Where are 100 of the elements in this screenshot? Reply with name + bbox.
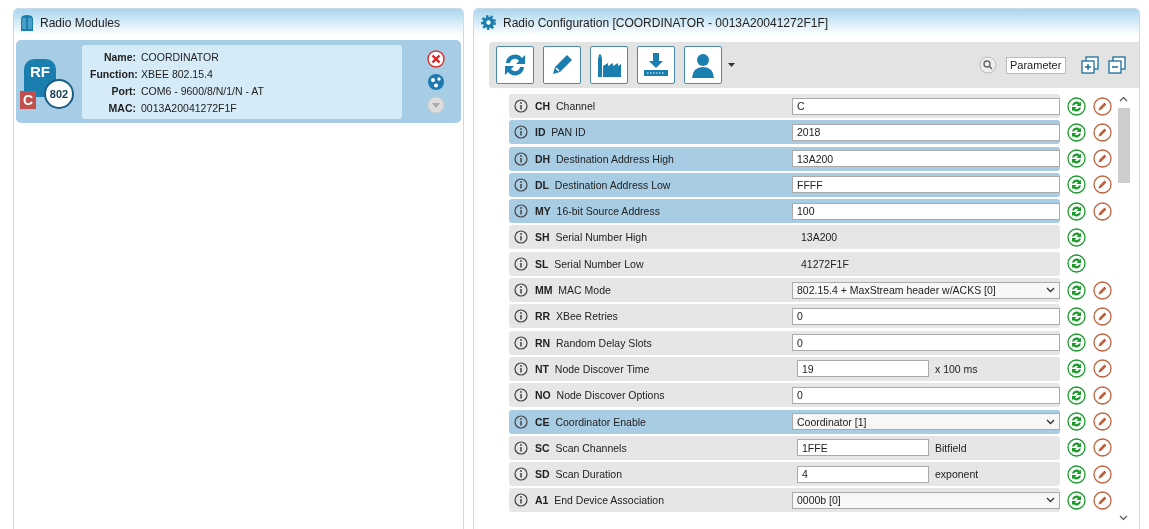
- refresh-icon[interactable]: [1067, 122, 1086, 142]
- scroll-down-icon[interactable]: [1119, 515, 1128, 521]
- info-icon[interactable]: [514, 309, 528, 324]
- refresh-icon[interactable]: [1067, 464, 1086, 484]
- refresh-icon[interactable]: [1067, 412, 1086, 432]
- pencil-icon[interactable]: [1093, 306, 1112, 326]
- chevron-icon: [1046, 418, 1055, 425]
- info-icon[interactable]: [514, 283, 528, 298]
- info-icon[interactable]: [514, 335, 528, 350]
- factory-button[interactable]: [590, 46, 628, 84]
- parameter-row[interactable]: CH Channel C: [509, 94, 1060, 118]
- network-icon[interactable]: [427, 72, 445, 91]
- info-icon[interactable]: [514, 388, 528, 403]
- caret-icon[interactable]: [728, 63, 735, 67]
- parameter-row[interactable]: DH Destination Address High 13A200: [509, 146, 1060, 171]
- value-field[interactable]: 13A200: [792, 150, 1060, 168]
- parameter-row[interactable]: SC Scan Channels 1FFE Bitfield: [509, 435, 1060, 460]
- value-dropdown[interactable]: 802.15.4 + MaxStream header w/ACKS [0]: [792, 281, 1060, 299]
- value-field[interactable]: FFFF: [792, 176, 1060, 194]
- read-button[interactable]: [496, 46, 534, 84]
- parameter-name: DH Destination Address High: [535, 152, 675, 165]
- info-icon[interactable]: [514, 151, 528, 166]
- field-value: COM6 - 9600/8/N/1/N - AT: [141, 83, 264, 98]
- value-dropdown[interactable]: 0000b [0]: [792, 491, 1060, 509]
- value-field[interactable]: 2018: [792, 123, 1060, 141]
- value-field[interactable]: C: [792, 97, 1060, 115]
- value-field[interactable]: 19: [797, 360, 929, 378]
- scrollbar-thumb[interactable]: [1117, 108, 1130, 183]
- refresh-icon[interactable]: [1067, 254, 1086, 274]
- value-field[interactable]: 4: [797, 465, 929, 483]
- info-icon[interactable]: [514, 414, 528, 429]
- info-icon[interactable]: [514, 177, 528, 192]
- pencil-icon[interactable]: [1093, 490, 1112, 510]
- parameter-row[interactable]: CE Coordinator Enable Coordinator [1]: [509, 409, 1060, 434]
- info-icon[interactable]: [514, 230, 528, 245]
- pencil-icon[interactable]: [1093, 385, 1112, 405]
- pencil-icon[interactable]: [1093, 359, 1112, 379]
- parameter-name: CE Coordinator Enable: [535, 415, 647, 428]
- value-text: 13A200: [801, 231, 838, 244]
- info-icon[interactable]: [514, 256, 528, 271]
- gear-icon: [480, 14, 497, 31]
- pencil-icon[interactable]: [1093, 201, 1112, 221]
- parameter-row[interactable]: SD Scan Duration 4 exponent: [509, 462, 1060, 487]
- refresh-icon[interactable]: [1067, 490, 1086, 510]
- parameter-row[interactable]: SL Serial Number Low 41272F1F: [509, 251, 1060, 276]
- pencil-icon[interactable]: [1093, 149, 1112, 169]
- info-icon[interactable]: [514, 99, 528, 113]
- refresh-icon[interactable]: [1067, 359, 1086, 379]
- info-icon[interactable]: [514, 440, 528, 455]
- refresh-icon[interactable]: [1067, 280, 1086, 300]
- parameter-row[interactable]: NO Node Discover Options 0: [509, 383, 1060, 408]
- value-field[interactable]: 1FFE: [797, 439, 929, 457]
- parameter-row[interactable]: RR XBee Retries 0: [509, 304, 1060, 329]
- profile-button[interactable]: [684, 46, 722, 84]
- pencil-icon[interactable]: [1093, 464, 1112, 484]
- value-field[interactable]: 0: [792, 334, 1060, 352]
- refresh-icon[interactable]: [1067, 385, 1086, 405]
- info-icon[interactable]: [514, 125, 528, 140]
- refresh-icon[interactable]: [1067, 228, 1086, 247]
- parameter-row[interactable]: NT Node Discover Time 19 x 100 ms: [509, 356, 1060, 381]
- refresh-icon[interactable]: [1067, 149, 1086, 169]
- parameter-row[interactable]: DL Destination Address Low FFFF: [509, 172, 1060, 197]
- value-field[interactable]: 100: [792, 202, 1060, 220]
- info-icon[interactable]: [514, 361, 528, 376]
- refresh-icon[interactable]: [1067, 96, 1086, 116]
- parameter-row[interactable]: SH Serial Number High 13A200: [509, 225, 1060, 250]
- value-field[interactable]: 0: [792, 307, 1060, 325]
- parameter-name: MM MAC Mode: [535, 284, 612, 297]
- value-dropdown[interactable]: Coordinator [1]: [792, 413, 1060, 431]
- write-button[interactable]: [543, 46, 581, 84]
- pencil-icon[interactable]: [1093, 122, 1112, 142]
- info-icon[interactable]: [514, 467, 528, 482]
- field-label: Name:: [102, 49, 136, 64]
- collapse-all-icon[interactable]: [1108, 56, 1126, 74]
- info-icon[interactable]: [514, 204, 528, 219]
- parameter-row[interactable]: RN Random Delay Slots 0: [509, 330, 1060, 355]
- parameter-search-field[interactable]: Parameter: [1006, 56, 1066, 74]
- update-firmware-button[interactable]: [637, 46, 675, 84]
- pencil-icon[interactable]: [1093, 175, 1112, 195]
- parameter-row[interactable]: ID PAN ID 2018: [509, 120, 1060, 145]
- pencil-icon[interactable]: [1093, 412, 1112, 432]
- expand-all-icon[interactable]: [1081, 56, 1099, 74]
- pencil-icon[interactable]: [1093, 438, 1112, 458]
- refresh-icon[interactable]: [1067, 175, 1086, 195]
- info-icon[interactable]: [514, 493, 528, 508]
- pencil-icon[interactable]: [1093, 280, 1112, 300]
- parameter-row[interactable]: A1 End Device Association 0000b [0]: [509, 488, 1060, 513]
- value-field[interactable]: 0: [792, 386, 1060, 404]
- pencil-icon[interactable]: [1093, 333, 1112, 353]
- scroll-up-icon[interactable]: [1119, 96, 1128, 102]
- refresh-icon[interactable]: [1067, 201, 1086, 221]
- refresh-icon[interactable]: [1067, 438, 1086, 458]
- close-icon[interactable]: [427, 49, 445, 68]
- parameter-row[interactable]: MM MAC Mode 802.15.4 + MaxStream header w/ACKS [0]: [509, 278, 1060, 303]
- pencil-icon[interactable]: [1093, 96, 1112, 116]
- field-value: XBEE 802.15.4: [141, 66, 213, 81]
- module-card[interactable]: RF C 802 Name: COORDINATOR Function: XBEE 802.15.4 Port: COM6 - 9600/8/N/1/N - AT MAC: 0013A20041272F1F: [16, 40, 461, 123]
- refresh-icon[interactable]: [1067, 333, 1086, 353]
- refresh-icon[interactable]: [1067, 306, 1086, 326]
- parameter-row[interactable]: MY 16-bit Source Address 100: [509, 199, 1060, 224]
